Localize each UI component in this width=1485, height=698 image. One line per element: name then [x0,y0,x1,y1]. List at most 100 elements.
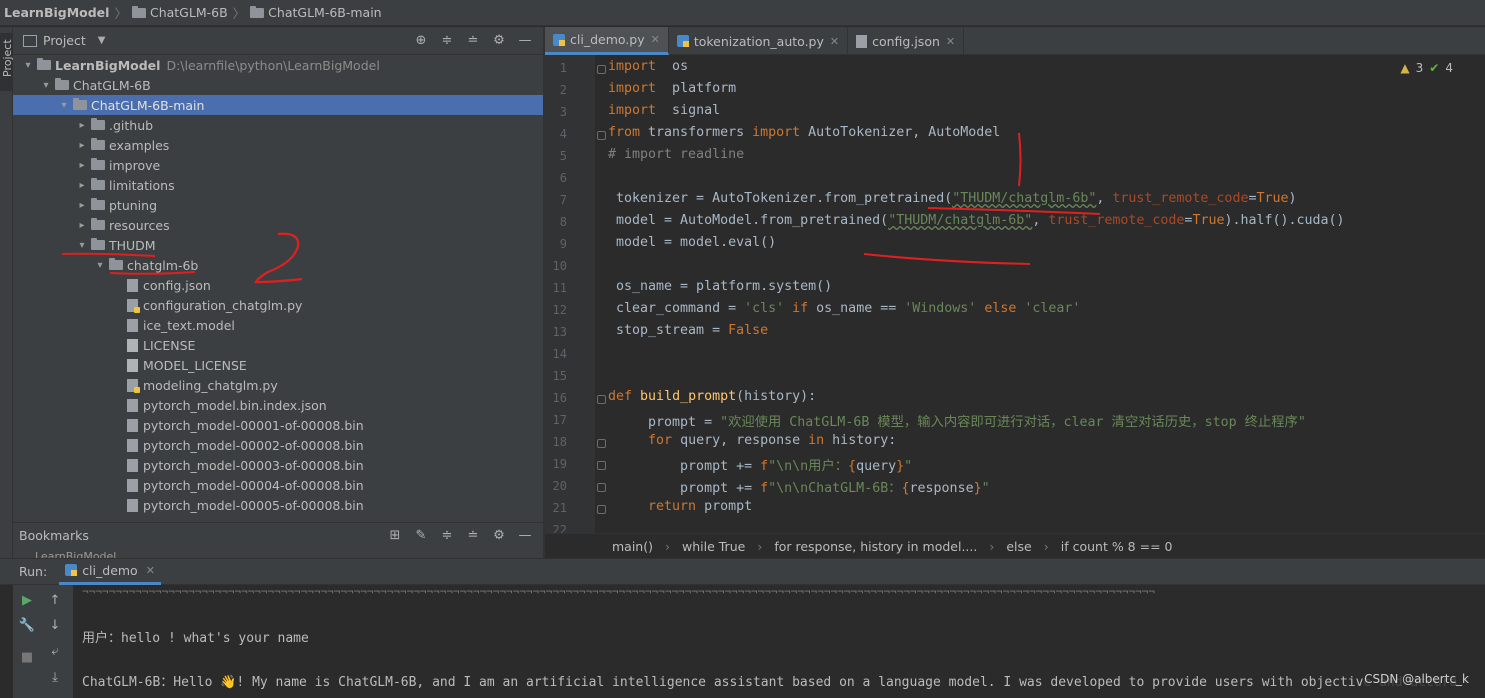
code-breadcrumb-item[interactable]: main() [612,539,653,554]
code-breadcrumb-item[interactable]: while True [682,539,745,554]
collapse-all-icon[interactable]: ≐ [465,527,481,543]
close-icon[interactable]: ✕ [946,35,955,48]
tree-folder-thudm[interactable]: ▾ THUDM [13,235,543,255]
fold-marker-icon[interactable] [597,483,606,492]
code-editor[interactable]: 1 2 3 4 5 6 7 8 9 10 11 12 13 14 15 16 17 18 19 20 21 22 impo… [545,55,1485,533]
project-tool-tab[interactable]: Project [0,33,14,91]
line-number: 10 [552,259,567,273]
minimize-icon[interactable]: — [517,527,533,543]
tree-file-item[interactable]: LICENSE [13,335,543,355]
nav-crumb-folder[interactable]: ChatGLM-6B [131,5,228,20]
console-output[interactable]: ¬¬¬¬¬¬¬¬¬¬¬¬¬¬¬¬¬¬¬¬¬¬¬¬¬¬¬¬¬¬¬¬¬¬¬¬¬¬¬¬… [82,585,1485,698]
tree-file-item[interactable]: config.json [13,275,543,295]
add-bookmark-icon[interactable]: ⊞ [387,527,403,543]
expand-all-icon[interactable]: ≑ [439,527,455,543]
tree-file-item[interactable]: MODEL_LICENSE [13,355,543,375]
tree-folder-chatglm-6b[interactable]: ▾ ChatGLM-6B [13,75,543,95]
code-token: def [608,389,633,404]
scroll-to-end-icon[interactable]: ⤓ [47,669,63,685]
tree-file-item[interactable]: pytorch_model-00003-of-00008.bin [13,455,543,475]
tree-folder-chatglm-6b-main[interactable]: ▾ ChatGLM-6B-main [13,95,543,115]
chevron-right-icon[interactable]: ▸ [75,160,89,171]
close-icon[interactable]: ✕ [146,564,155,577]
scroll-down-icon[interactable]: ↓ [47,617,63,633]
fold-marker-icon[interactable] [597,65,606,74]
chevron-down-icon[interactable]: ▾ [75,240,89,251]
fold-marker-icon[interactable] [597,461,606,470]
editor-tab[interactable]: config.json ✕ [848,27,965,55]
collapse-all-icon[interactable]: ≐ [465,33,481,49]
tree-folder-ptuning[interactable]: ▸ ptuning [13,195,543,215]
line-number: 5 [559,149,567,163]
fold-marker-icon[interactable] [597,439,606,448]
close-icon[interactable]: ✕ [651,33,660,46]
tree-file-item[interactable]: pytorch_model-00004-of-00008.bin [13,475,543,495]
nav-crumb-project[interactable]: LearnBigModel [4,5,109,20]
edit-icon[interactable]: ✎ [413,527,429,543]
tree-item-label: examples [109,137,170,153]
chevron-right-icon[interactable]: ▸ [75,200,89,211]
tree-folder-improve[interactable]: ▸ improve [13,155,543,175]
tree-file-item[interactable]: pytorch_model-00005-of-00008.bin [13,495,543,515]
gear-icon[interactable]: ⚙ [491,33,507,49]
folder-icon [91,178,105,190]
inspection-widget[interactable]: ▲ 3 ✔ 4 [1400,61,1453,75]
editor-tab[interactable]: tokenization_auto.py ✕ [669,27,849,55]
check-icon: ✔ [1429,61,1440,75]
rerun-icon[interactable]: ▶ [19,592,35,608]
code-line: os_name = platform.system() [608,279,832,294]
chevron-right-icon[interactable]: ▸ [75,220,89,231]
chevron-down-icon[interactable]: ▼ [98,35,106,46]
fold-marker-icon[interactable] [597,131,606,140]
tree-file-item[interactable]: ice_text.model [13,315,543,335]
tree-folder--github[interactable]: ▸ .github [13,115,543,135]
locate-icon[interactable]: ⊕ [413,33,429,49]
run-tab[interactable]: cli_demo ✕ [59,559,161,585]
fold-marker-icon[interactable] [597,395,606,404]
wrench-icon[interactable]: 🔧 [19,617,35,633]
code-token: { [901,481,910,496]
editor-tab-label: tokenization_auto.py [693,33,824,49]
watermark: CSDN @albertc_k [1364,672,1469,686]
minimize-icon[interactable]: — [517,33,533,49]
fold-marker-icon[interactable] [597,505,606,514]
run-panel-header: Run: cli_demo ✕ [0,559,1485,585]
tree-file-item[interactable]: pytorch_model-00001-of-00008.bin [13,415,543,435]
tree-folder-examples[interactable]: ▸ examples [13,135,543,155]
chevron-right-icon[interactable]: ▸ [75,180,89,191]
code-token: else [984,301,1017,316]
code-token: clear_command = [608,301,745,316]
stop-icon[interactable]: ■ [19,649,35,665]
chevron-down-icon[interactable]: ▾ [93,260,107,271]
chevron-down-icon[interactable]: ▾ [39,80,53,91]
chevron-down-icon[interactable]: ▾ [21,60,35,71]
nav-crumb-subfolder[interactable]: ChatGLM-6B-main [250,5,382,20]
editor-tab[interactable]: cli_demo.py ✕ [545,27,669,55]
tree-folder-learnbigmodel[interactable]: ▾ LearnBigModel D:\learnfile\python\LearnB… [13,55,543,75]
breadcrumb-separator-icon: › [665,538,670,554]
line-number: 14 [552,347,567,361]
chevron-right-icon[interactable]: ▸ [75,120,89,131]
tree-folder-chatglm-6b[interactable]: ▾ chatglm-6b [13,255,543,275]
tree-file-item[interactable]: pytorch_model-00002-of-00008.bin [13,435,543,455]
tree-file-item[interactable]: modeling_chatglm.py [13,375,543,395]
scroll-up-icon[interactable]: ↑ [47,592,63,608]
code-breadcrumb-item[interactable]: if count % 8 == 0 [1061,539,1173,554]
line-number: 2 [559,83,567,97]
soft-wrap-icon[interactable]: ⤶ [47,643,63,659]
tree-file-item[interactable]: pytorch_model.bin.index.json [13,395,543,415]
code-token: if [792,301,809,316]
expand-all-icon[interactable]: ≑ [439,33,455,49]
tree-folder-resources[interactable]: ▸ resources [13,215,543,235]
tree-file-item[interactable]: configuration_chatglm.py [13,295,543,315]
gear-icon[interactable]: ⚙ [491,527,507,543]
code-breadcrumb-item[interactable]: for response, history in model.... [774,539,977,554]
chevron-down-icon[interactable]: ▾ [57,100,71,111]
code-breadcrumb-item[interactable]: else [1006,539,1031,554]
code-token: AutoTokenizer, AutoModel [800,125,1001,140]
tree-item-label: .github [109,117,154,133]
chevron-right-icon[interactable]: ▸ [75,140,89,151]
tree-folder-limitations[interactable]: ▸ limitations [13,175,543,195]
close-icon[interactable]: ✕ [830,35,839,48]
